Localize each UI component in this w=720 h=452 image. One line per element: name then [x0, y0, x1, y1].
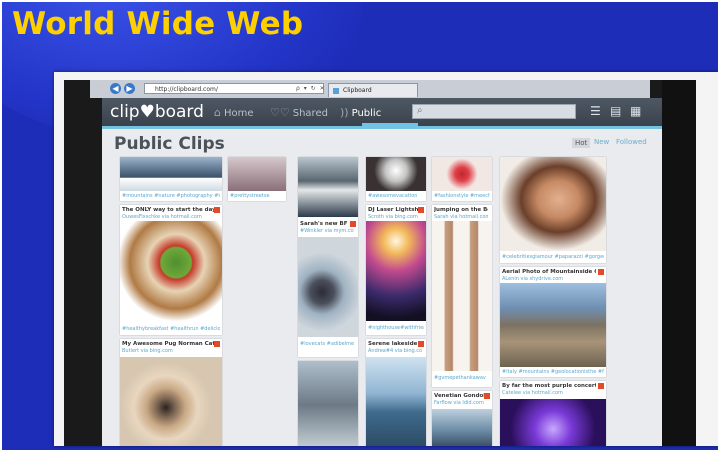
clip-card[interactable]: My Awesome Pug Norman Catching a Treat!!…	[120, 339, 222, 446]
clip-image	[432, 157, 492, 191]
clip-card[interactable]: Serene lakeside vi... Andrea#4 via bing.…	[366, 339, 426, 446]
browser-toolbar: ♥ ◀ ▶ http://clipboard.com/ ρ ▾ ↻ ✕ Clip…	[90, 80, 650, 98]
clip-card[interactable]: By far the most purple concert I've ever…	[500, 381, 606, 446]
clip-source[interactable]: ALenin via shydrive.com	[502, 276, 596, 282]
clip-card[interactable]: DJ Laser Lightshow... Scroth via bing.co…	[366, 205, 426, 335]
clip-source[interactable]: #Winkler via mym.com	[300, 228, 354, 234]
clip-image	[500, 157, 606, 251]
clip-card[interactable]: Venetian Gondolas Farflow via ldid.com	[432, 391, 492, 446]
clip-card[interactable]: #awesomevacation	[366, 157, 426, 201]
clip-card[interactable]: Jumping on the Bed Sarah via hotmail.com…	[432, 205, 492, 387]
clip-image	[298, 157, 358, 217]
clip-image	[120, 357, 222, 446]
clip-title: The ONLY way to start the day...	[122, 207, 214, 213]
search-icon: ⌕	[417, 105, 423, 116]
clip-tags[interactable]: #lovecats #adibelme	[300, 341, 356, 347]
clip-badge[interactable]	[350, 221, 356, 227]
shared-hearts-icon: ♡♡	[270, 106, 290, 119]
clip-image	[366, 221, 426, 321]
clip-source[interactable]: Scroth via bing.com	[368, 214, 422, 220]
clip-title: Aerial Photo of Mountainside City - Ital…	[502, 269, 596, 275]
clip-tags[interactable]: #prettystreetse	[230, 193, 284, 199]
clip-title: Jumping on the Bed	[434, 207, 488, 213]
home-icon: ⌂	[214, 106, 221, 119]
clip-title: By far the most purple concert I've ever…	[502, 383, 596, 389]
clip-image	[432, 409, 492, 446]
favorite-heart-icon[interactable]: ♥	[96, 83, 105, 94]
clip-title: DJ Laser Lightshow...	[368, 207, 420, 213]
clip-card[interactable]: Sarah's new BF #Winkler via mym.com #lov…	[298, 157, 358, 357]
public-broadcast-icon: ))	[340, 106, 349, 119]
sort-hot[interactable]: Hot	[572, 138, 591, 148]
clip-card[interactable]: The ONLY way to start the day... OuwesFi…	[120, 205, 222, 335]
clip-source[interactable]: Butlert via bing.com	[122, 348, 214, 354]
clip-card[interactable]: #fashionstyle #meech	[432, 157, 492, 201]
monitor-right-bezel	[662, 80, 696, 446]
back-arrow-icon[interactable]: ◀	[110, 83, 121, 94]
clip-badge[interactable]	[214, 341, 220, 347]
clip-source[interactable]: OuwesFixschke via hotmail.com	[122, 214, 214, 220]
clip-tags[interactable]: #nighthouse#withfriends	[368, 325, 424, 331]
clip-tags[interactable]: #gvmepethankawav	[434, 375, 490, 381]
clip-image	[120, 157, 222, 191]
clip-source[interactable]: Andrea#4 via bing.com	[368, 348, 422, 354]
nav-public-label: Public	[351, 108, 382, 119]
clipboard-logo[interactable]: clip♥board	[110, 102, 204, 122]
clip-tags[interactable]: #fashionstyle #meech	[434, 193, 490, 199]
clip-badge[interactable]	[418, 341, 424, 347]
presentation-slide: World Wide Web ♥ ◀ ▶ http://clipboard.co…	[2, 2, 718, 450]
clip-image	[366, 357, 426, 446]
clip-tags[interactable]: #healthybreakfast #healthrun #delicious …	[122, 326, 220, 332]
clip-image	[500, 399, 606, 446]
clip-badge[interactable]	[418, 207, 424, 213]
clip-image	[432, 221, 492, 371]
main-content: Public Clips Hot New Followed #mountains…	[102, 129, 662, 446]
sort-new[interactable]: New	[594, 138, 609, 146]
clip-title: Sarah's new BF	[300, 221, 348, 227]
clip-tags[interactable]: #italy #mountains #geolocationisthe #fot…	[502, 369, 604, 375]
forward-arrow-icon[interactable]: ▶	[124, 83, 135, 94]
list-view-icon[interactable]: ☰	[590, 105, 604, 118]
grid-view-icon[interactable]: ▦	[630, 105, 644, 118]
clip-card[interactable]: #mountains #nature #photography #sailor	[120, 157, 222, 201]
clip-image	[298, 237, 358, 337]
page-title: Public Clips	[114, 134, 225, 154]
clip-card[interactable]: #celebritiesglamour #paparazzi #gorgeous	[500, 157, 606, 263]
app-header: clip♥board ⌂ Home ♡♡ Shared )) Public ⌕ ☰ ▤…	[102, 98, 662, 126]
clip-source[interactable]: Sarah via hotmail.com	[434, 214, 488, 220]
clip-card[interactable]: Aerial Photo of Mountainside City - Ital…	[500, 267, 606, 377]
clip-card[interactable]	[298, 361, 358, 446]
clip-title: Serene lakeside vi...	[368, 341, 420, 347]
clip-image	[228, 157, 286, 191]
sort-followed[interactable]: Followed	[616, 138, 647, 146]
nav-home[interactable]: ⌂ Home	[214, 106, 254, 119]
clip-tags[interactable]: #celebritiesglamour #paparazzi #gorgeous	[502, 254, 604, 260]
address-bar-controls[interactable]: ρ ▾ ↻ ✕	[296, 83, 326, 94]
clip-image	[298, 361, 358, 446]
clip-tags[interactable]: #awesomevacation	[368, 193, 424, 199]
slide-title: World Wide Web	[12, 6, 304, 42]
clip-badge[interactable]	[214, 207, 220, 213]
clip-tags[interactable]: #mountains #nature #photography #sailor	[122, 193, 220, 199]
nav-home-label: Home	[223, 108, 254, 119]
clip-image	[366, 157, 426, 191]
detail-view-icon[interactable]: ▤	[610, 105, 624, 118]
clip-source[interactable]: Catelee via hotmail.com	[502, 390, 596, 396]
monitor-screen: ♥ ◀ ▶ http://clipboard.com/ ρ ▾ ↻ ✕ Clip…	[64, 80, 696, 446]
nav-shared[interactable]: ♡♡ Shared	[270, 106, 328, 119]
nav-public[interactable]: )) Public	[340, 106, 381, 119]
clip-image	[120, 221, 222, 325]
clip-title: Venetian Gondolas	[434, 393, 488, 399]
clip-card[interactable]: #prettystreetse	[228, 157, 286, 201]
clip-badge[interactable]	[598, 269, 604, 275]
browser-tab[interactable]: Clipboard	[328, 83, 418, 97]
clip-image	[500, 283, 606, 367]
search-input[interactable]: ⌕	[412, 104, 576, 119]
clip-badge[interactable]	[484, 393, 490, 399]
screenshot-frame: ♥ ◀ ▶ http://clipboard.com/ ρ ▾ ↻ ✕ Clip…	[54, 72, 718, 446]
clip-title: My Awesome Pug Norman Catching a Treat!!	[122, 341, 214, 347]
nav-shared-label: Shared	[292, 108, 328, 119]
clip-badge[interactable]	[598, 383, 604, 389]
clip-source[interactable]: Farflow via ldid.com	[434, 400, 488, 406]
